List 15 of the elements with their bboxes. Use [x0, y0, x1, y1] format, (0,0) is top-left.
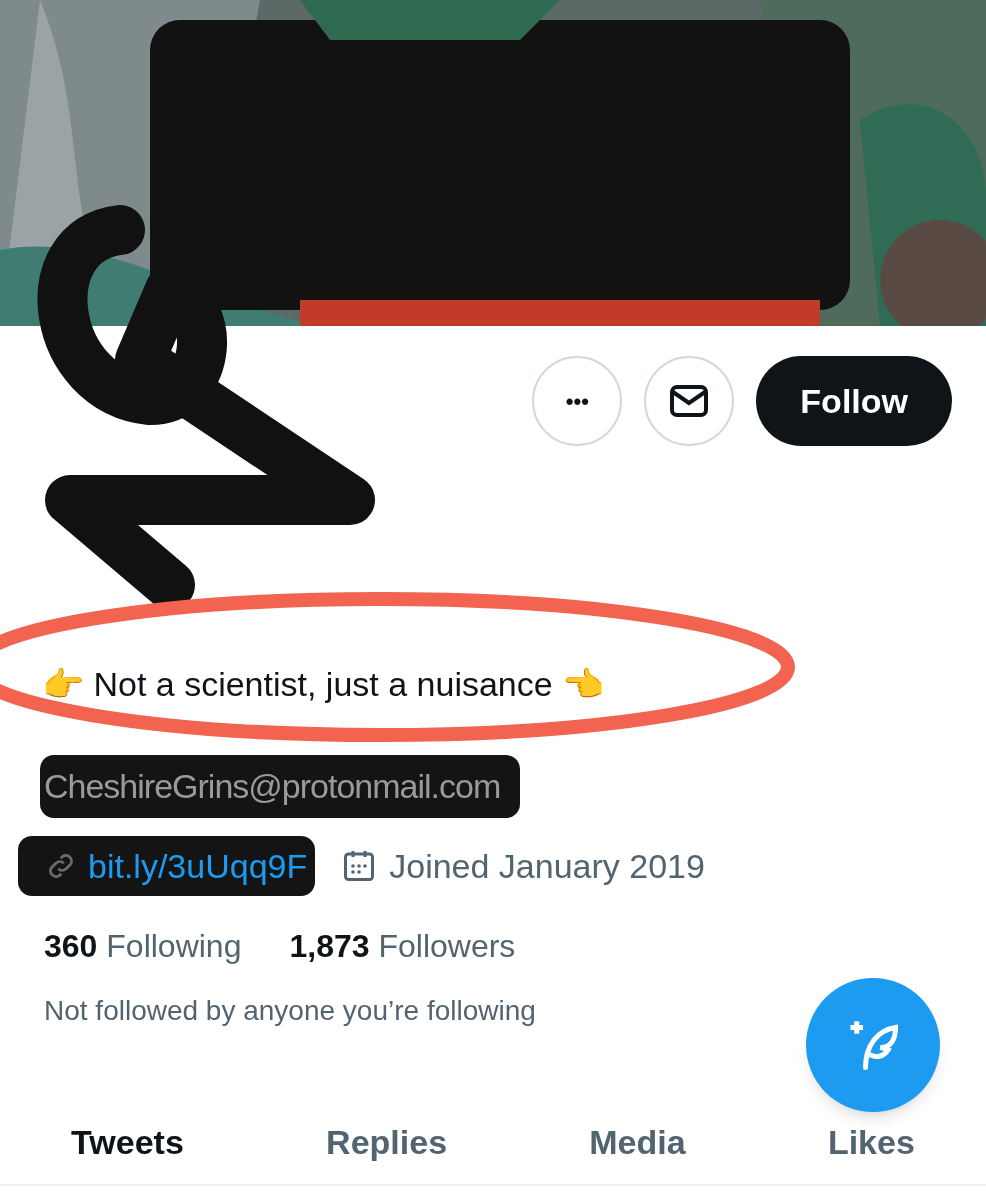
message-button[interactable]: [644, 356, 735, 446]
tab[interactable]: Likes: [827, 1122, 915, 1162]
redacted-email: CheshireGrins@protonmail.com: [40, 754, 521, 818]
follow-button[interactable]: Follow: [756, 356, 952, 446]
more-button[interactable]: •••: [532, 356, 623, 446]
envelope-icon: [669, 384, 710, 418]
stat-link[interactable]: 360 Following: [44, 922, 242, 970]
tab[interactable]: Media: [589, 1122, 686, 1162]
bio: 👉 Not a scientist, just a nuisance 👈: [42, 663, 606, 705]
profile-link[interactable]: bit.ly/3uUqq9F: [88, 840, 308, 892]
join-date: Joined January 2019: [389, 845, 705, 887]
stat-link[interactable]: 1,873 Followers: [289, 922, 516, 970]
tab[interactable]: Tweets: [71, 1122, 184, 1162]
followed-by-note: Not followed by anyone you’re following: [44, 994, 536, 1028]
tab[interactable]: Replies: [326, 1122, 448, 1162]
